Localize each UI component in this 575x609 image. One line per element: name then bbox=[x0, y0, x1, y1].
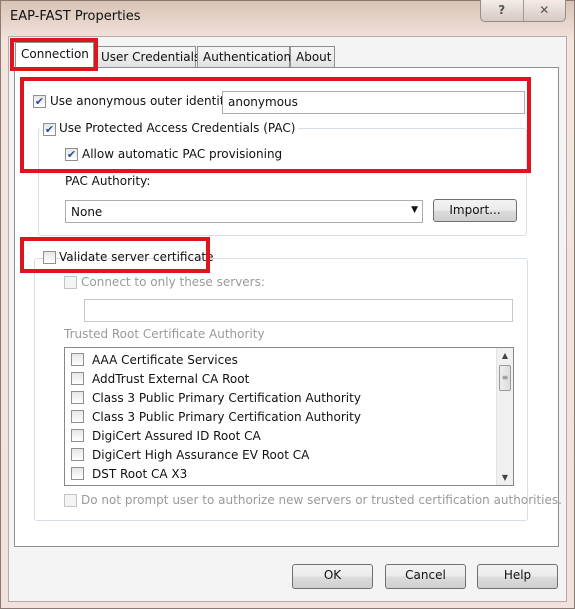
connect-servers-checkbox[interactable] bbox=[64, 276, 77, 289]
help-button[interactable]: Help bbox=[477, 564, 558, 589]
window-title: EAP-FAST Properties bbox=[10, 9, 141, 24]
title-buttons: ? ✕ bbox=[480, 0, 566, 22]
ca-checkbox[interactable] bbox=[71, 391, 84, 404]
ca-checkbox[interactable] bbox=[71, 372, 84, 385]
trusted-root-label: Trusted Root Certificate Authority bbox=[64, 327, 265, 341]
ca-name: DigiCert High Assurance EV Root CA bbox=[92, 447, 310, 462]
chevron-down-icon: ▼ bbox=[411, 205, 418, 215]
close-button[interactable]: ✕ bbox=[524, 0, 566, 21]
pac-authority-select[interactable]: None ▼ bbox=[65, 200, 423, 223]
ok-button[interactable]: OK bbox=[292, 564, 373, 589]
ca-checkbox[interactable] bbox=[71, 448, 84, 461]
ca-name: AddTrust External CA Root bbox=[92, 371, 250, 386]
highlight-box bbox=[10, 38, 98, 71]
pac-authority-label: PAC Authority: bbox=[65, 174, 151, 188]
tab-user-credentials[interactable]: User Credentials bbox=[95, 46, 200, 68]
no-prompt-checkbox[interactable] bbox=[64, 494, 77, 507]
list-item[interactable]: DigiCert Assured ID Root CA bbox=[71, 426, 261, 445]
pac-authority-value: None bbox=[71, 205, 103, 219]
ca-checkbox[interactable] bbox=[71, 410, 84, 423]
ca-list[interactable]: AAA Certificate Services AddTrust Extern… bbox=[64, 347, 514, 486]
list-item[interactable]: Class 3 Public Primary Certification Aut… bbox=[71, 388, 361, 407]
scroll-up-icon[interactable]: ▲ bbox=[497, 351, 513, 360]
ca-name: Class 3 Public Primary Certification Aut… bbox=[92, 390, 361, 405]
list-item[interactable]: AAA Certificate Services bbox=[71, 350, 238, 369]
ca-name: DST Root CA X3 bbox=[92, 466, 188, 481]
ca-checkbox[interactable] bbox=[71, 429, 84, 442]
ca-name: Class 3 Public Primary Certification Aut… bbox=[92, 409, 361, 424]
ca-checkbox[interactable] bbox=[71, 467, 84, 480]
tab-about[interactable]: About bbox=[290, 46, 335, 68]
ca-checkbox[interactable] bbox=[71, 353, 84, 366]
import-button[interactable]: Import... bbox=[433, 199, 517, 222]
ca-name: DigiCert Assured ID Root CA bbox=[92, 428, 261, 443]
cancel-button[interactable]: Cancel bbox=[385, 564, 466, 589]
connect-servers-label: Connect to only these servers: bbox=[81, 275, 265, 289]
ca-name: AAA Certificate Services bbox=[92, 352, 238, 367]
highlight-box bbox=[20, 237, 210, 273]
list-item[interactable]: Class 3 Public Primary Certification Aut… bbox=[71, 407, 361, 426]
list-item[interactable]: DigiCert High Assurance EV Root CA bbox=[71, 445, 309, 464]
scrollbar[interactable]: ▲ ≡ ▼ bbox=[496, 348, 513, 485]
scroll-thumb[interactable]: ≡ bbox=[499, 365, 511, 391]
servers-input[interactable] bbox=[84, 299, 513, 322]
list-item[interactable]: DST Root CA X3 bbox=[71, 464, 187, 483]
highlight-box bbox=[20, 77, 531, 173]
list-item[interactable]: AddTrust External CA Root bbox=[71, 369, 249, 388]
scroll-down-icon[interactable]: ▼ bbox=[497, 473, 513, 482]
tab-authentication[interactable]: Authentication bbox=[197, 46, 291, 68]
help-title-button[interactable]: ? bbox=[481, 0, 524, 21]
no-prompt-label: Do not prompt user to authorize new serv… bbox=[81, 493, 562, 507]
